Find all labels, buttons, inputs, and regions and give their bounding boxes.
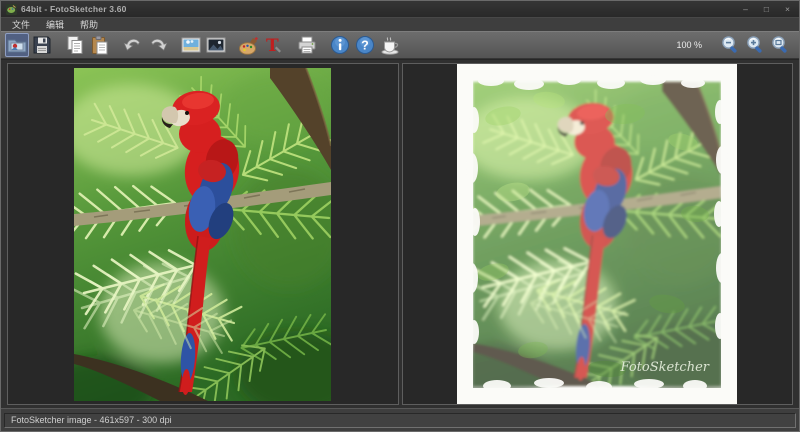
- zoom-out-button[interactable]: [718, 33, 742, 57]
- open-image-button[interactable]: [5, 33, 29, 57]
- app-window: 64bit - FotoSketcher 3.60 – □ × 文件 编辑 帮助: [0, 0, 800, 432]
- text-icon: T: [263, 34, 285, 56]
- zoom-fit-button[interactable]: [768, 33, 792, 57]
- toolbar: T ?: [1, 31, 799, 59]
- printer-icon: [296, 34, 318, 56]
- minimize-button[interactable]: –: [739, 4, 752, 14]
- menu-bar: 文件 编辑 帮助: [1, 17, 799, 31]
- original-image-panel: [7, 63, 399, 405]
- status-bar: FotoSketcher image - 461x597 - 300 dpi: [1, 408, 799, 431]
- svg-text:?: ?: [361, 39, 369, 53]
- menu-help[interactable]: 帮助: [72, 18, 106, 31]
- zoom-in-icon: [744, 34, 766, 56]
- maximize-button[interactable]: □: [760, 4, 773, 14]
- palette-icon: [238, 34, 260, 56]
- view-original-button[interactable]: [179, 33, 203, 57]
- save-image-button[interactable]: [30, 33, 54, 57]
- title-bar: 64bit - FotoSketcher 3.60 – □ ×: [1, 1, 799, 17]
- dark-picture-icon: [205, 34, 227, 56]
- undo-button[interactable]: [121, 33, 145, 57]
- zoom-level-label: 100 %: [676, 40, 702, 50]
- paste-icon: [89, 34, 111, 56]
- main-area: FotoSketcher: [1, 59, 799, 408]
- paste-button[interactable]: [88, 33, 112, 57]
- help-button[interactable]: ?: [353, 33, 377, 57]
- painting-signature: FotoSketcher: [620, 360, 710, 375]
- coffee-donate-button[interactable]: [378, 33, 402, 57]
- painting-effects-button[interactable]: [237, 33, 261, 57]
- redo-button[interactable]: [146, 33, 170, 57]
- info-icon: [329, 34, 351, 56]
- undo-icon: [122, 34, 144, 56]
- question-icon: ?: [354, 34, 376, 56]
- window-title: 64bit - FotoSketcher 3.60: [21, 4, 127, 14]
- open-image-icon: [6, 34, 28, 56]
- save-icon: [31, 34, 53, 56]
- coffee-cup-icon: [379, 34, 401, 56]
- add-text-button[interactable]: T: [262, 33, 286, 57]
- menu-file[interactable]: 文件: [4, 18, 38, 31]
- about-button[interactable]: [328, 33, 352, 57]
- app-icon: [6, 4, 17, 15]
- svg-text:T: T: [266, 36, 279, 56]
- copy-icon: [64, 34, 86, 56]
- menu-edit[interactable]: 编辑: [38, 18, 72, 31]
- zoom-fit-icon: [769, 34, 791, 56]
- zoom-out-icon: [719, 34, 741, 56]
- painted-image-panel: FotoSketcher: [402, 63, 794, 405]
- drawing-parameters-button[interactable]: [204, 33, 228, 57]
- original-image: [74, 68, 331, 401]
- copy-button[interactable]: [63, 33, 87, 57]
- redo-icon: [147, 34, 169, 56]
- status-text: FotoSketcher image - 461x597 - 300 dpi: [11, 415, 172, 425]
- print-button[interactable]: [295, 33, 319, 57]
- photo-icon: [180, 34, 202, 56]
- status-field: FotoSketcher image - 461x597 - 300 dpi: [4, 413, 796, 428]
- painted-image: FotoSketcher: [457, 64, 737, 404]
- zoom-in-button[interactable]: [743, 33, 767, 57]
- close-button[interactable]: ×: [781, 4, 794, 14]
